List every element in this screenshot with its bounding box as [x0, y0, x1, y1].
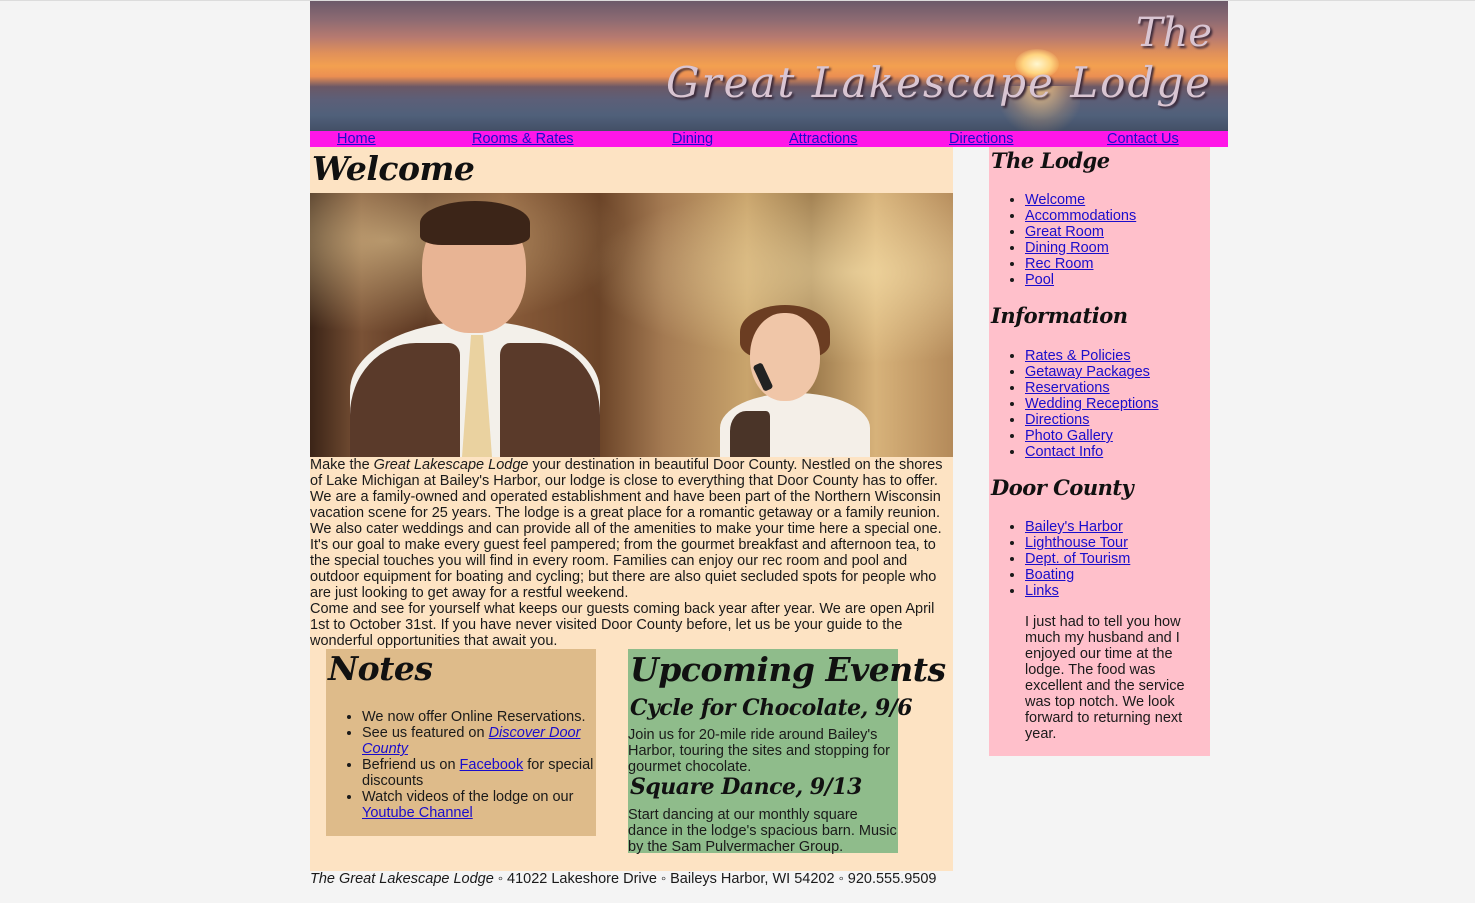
- lodge-name-emphasis: Great Lakescape Lodge: [373, 457, 529, 473]
- footer-address: 41022 Lakeshore Drive: [507, 871, 657, 887]
- banner-title-lodge: Great Lakescape Lodge: [666, 58, 1212, 107]
- list-item: Great Room: [1025, 224, 1136, 240]
- main-content: Welcome Make the Great Lakescape Lodge y…: [310, 147, 953, 871]
- list-item: Reservations: [1025, 380, 1159, 396]
- sidebar-link-rates-policies[interactable]: Rates & Policies: [1025, 348, 1131, 364]
- sidebar-link-pool[interactable]: Pool: [1025, 272, 1054, 288]
- list-item: Directions: [1025, 412, 1159, 428]
- footer-city: Baileys Harbor, WI 54202: [670, 871, 835, 887]
- sidebar-link-wedding-receptions[interactable]: Wedding Receptions: [1025, 396, 1159, 412]
- nav-dining-link[interactable]: Dining: [672, 131, 713, 147]
- sidebar-link-dept-tourism[interactable]: Dept. of Tourism: [1025, 551, 1130, 567]
- facebook-link[interactable]: Facebook: [460, 757, 524, 773]
- nav-attractions-link[interactable]: Attractions: [789, 131, 858, 147]
- list-item: Watch videos of the lodge on our Youtube…: [362, 789, 596, 821]
- list-item: Lighthouse Tour: [1025, 535, 1130, 551]
- sidebar-link-lighthouse-tour[interactable]: Lighthouse Tour: [1025, 535, 1128, 551]
- events-box: Upcoming Events Cycle for Chocolate, 9/6…: [628, 649, 946, 855]
- sidebar-link-reservations[interactable]: Reservations: [1025, 380, 1110, 396]
- sidebar-link-contact-info[interactable]: Contact Info: [1025, 444, 1103, 460]
- lodge-links-list: Welcome Accommodations Great Room Dining…: [989, 192, 1136, 288]
- list-item: Accommodations: [1025, 208, 1136, 224]
- youtube-channel-link[interactable]: Youtube Channel: [362, 805, 473, 821]
- intro-paragraph-1: Make the Great Lakescape Lodge your dest…: [310, 457, 943, 601]
- intro-text: Make the Great Lakescape Lodge your dest…: [310, 457, 953, 649]
- staff-photo: [310, 193, 953, 457]
- notes-box: Notes We now offer Online Reservations. …: [326, 649, 596, 836]
- sidebar-link-links[interactable]: Links: [1025, 583, 1059, 599]
- event-title: Cycle for Chocolate, 9/6: [630, 695, 913, 721]
- event-description: Start dancing at our monthly square danc…: [628, 807, 897, 855]
- list-item: Pool: [1025, 272, 1136, 288]
- sidebar-link-great-room[interactable]: Great Room: [1025, 224, 1104, 240]
- list-item: Welcome: [1025, 192, 1136, 208]
- events-heading: Upcoming Events: [630, 650, 946, 689]
- list-item: Dept. of Tourism: [1025, 551, 1130, 567]
- sidebar-link-dining-room[interactable]: Dining Room: [1025, 240, 1109, 256]
- sidebar-link-getaway-packages[interactable]: Getaway Packages: [1025, 364, 1150, 380]
- list-item: Dining Room: [1025, 240, 1136, 256]
- notes-heading: Notes: [328, 649, 433, 688]
- list-item: Contact Info: [1025, 444, 1159, 460]
- intro-paragraph-2: Come and see for yourself what keeps our…: [310, 601, 935, 649]
- notes-list: We now offer Online Reservations. See us…: [326, 709, 596, 821]
- banner-title-the: The: [1135, 10, 1212, 56]
- list-item: Rates & Policies: [1025, 348, 1159, 364]
- list-item: We now offer Online Reservations.: [362, 709, 596, 725]
- list-item: Boating: [1025, 567, 1130, 583]
- sidebar-link-rec-room[interactable]: Rec Room: [1025, 256, 1094, 272]
- nav-contact-link[interactable]: Contact Us: [1107, 131, 1179, 147]
- sidebar-link-accommodations[interactable]: Accommodations: [1025, 208, 1136, 224]
- info-links-list: Rates & Policies Getaway Packages Reserv…: [989, 348, 1159, 460]
- footer-lodge-name: The Great Lakescape Lodge: [310, 871, 494, 887]
- list-item: Photo Gallery: [1025, 428, 1159, 444]
- list-item: See us featured on Discover Door County: [362, 725, 596, 757]
- event-title: Square Dance, 9/13: [630, 774, 862, 800]
- nav-directions-link[interactable]: Directions: [949, 131, 1013, 147]
- main-nav: Home Rooms & Rates Dining Attractions Di…: [310, 131, 1228, 147]
- sidebar-link-baileys-harbor[interactable]: Bailey's Harbor: [1025, 519, 1123, 535]
- sidebar-heading-door-county: Door County: [991, 475, 1134, 500]
- county-links-list: Bailey's Harbor Lighthouse Tour Dept. of…: [989, 519, 1130, 599]
- sidebar-link-directions[interactable]: Directions: [1025, 412, 1089, 428]
- nav-rooms-rates-link[interactable]: Rooms & Rates: [472, 131, 574, 147]
- welcome-heading: Welcome: [312, 149, 475, 188]
- list-item: Wedding Receptions: [1025, 396, 1159, 412]
- list-item: Rec Room: [1025, 256, 1136, 272]
- sidebar: The Lodge Welcome Accommodations Great R…: [989, 147, 1210, 756]
- sidebar-link-welcome[interactable]: Welcome: [1025, 192, 1085, 208]
- site-banner: The Great Lakescape Lodge: [310, 1, 1228, 131]
- list-item: Befriend us on Facebook for special disc…: [362, 757, 596, 789]
- site-footer: The Great Lakescape Lodge ◦ 41022 Lakesh…: [310, 871, 937, 887]
- sidebar-heading-lodge: The Lodge: [991, 148, 1110, 173]
- event-description: Join us for 20-mile ride around Bailey's…: [628, 727, 890, 775]
- sidebar-link-boating[interactable]: Boating: [1025, 567, 1074, 583]
- list-item: Links: [1025, 583, 1130, 599]
- sidebar-heading-information: Information: [991, 303, 1128, 328]
- nav-home-link[interactable]: Home: [337, 131, 376, 147]
- sidebar-link-photo-gallery[interactable]: Photo Gallery: [1025, 428, 1113, 444]
- list-item: Getaway Packages: [1025, 364, 1159, 380]
- footer-phone: 920.555.9509: [847, 871, 937, 887]
- list-item: Bailey's Harbor: [1025, 519, 1130, 535]
- guest-testimonial: I just had to tell you how much my husba…: [1025, 614, 1185, 742]
